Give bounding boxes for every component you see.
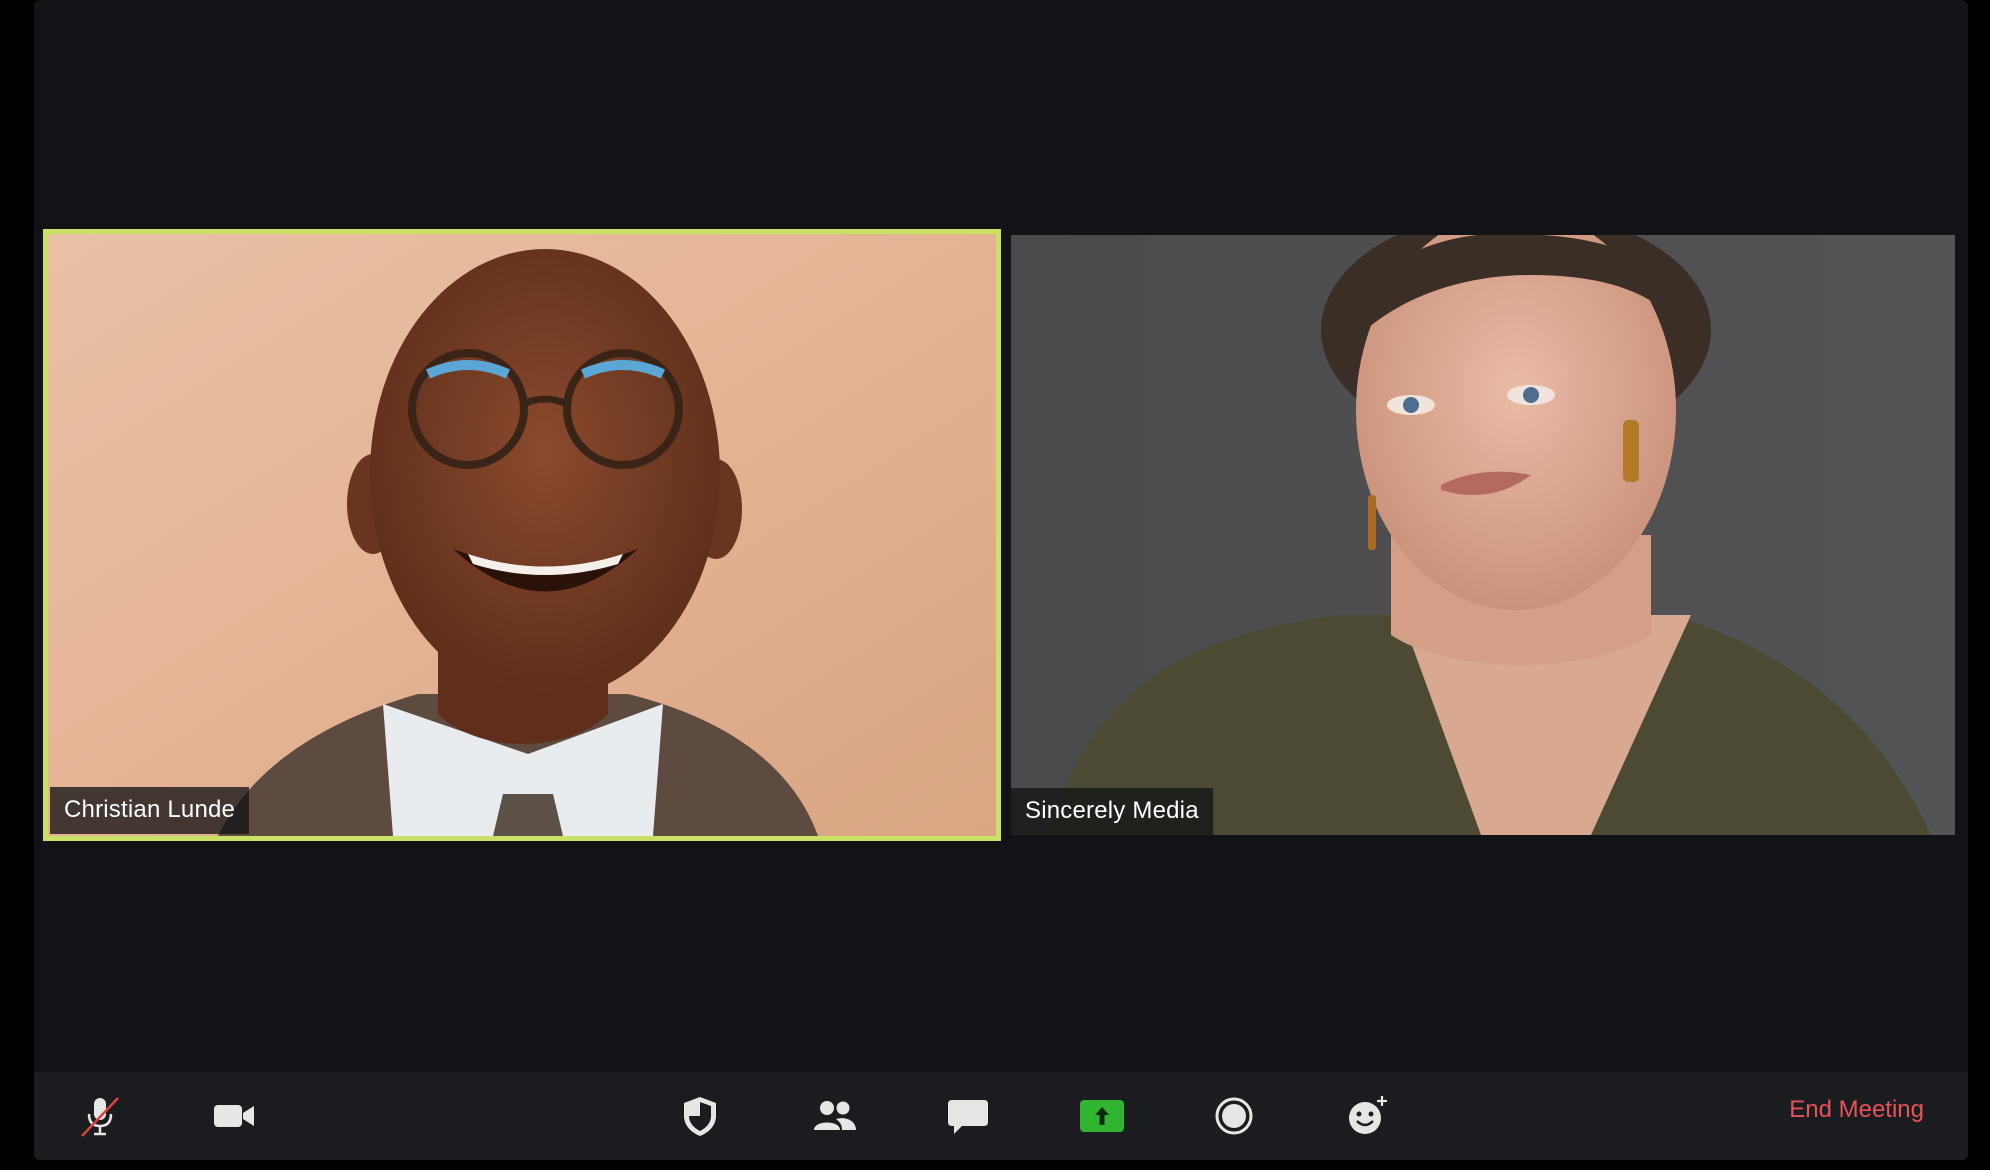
share-screen-button[interactable] xyxy=(1072,1086,1132,1146)
end-meeting-button[interactable]: End Meeting xyxy=(1789,1096,1924,1124)
meeting-toolbar: End Meeting xyxy=(34,1072,1968,1160)
record-icon xyxy=(1214,1096,1254,1136)
mic-muted-icon xyxy=(78,1094,122,1138)
participants-button[interactable] xyxy=(804,1086,864,1146)
video-camera-icon xyxy=(212,1094,256,1138)
mute-button[interactable] xyxy=(70,1086,130,1146)
meeting-window: Christian Lunde Sincerely Media End Meet… xyxy=(34,0,1968,1160)
participants-icon xyxy=(810,1094,858,1138)
participant-name-label: Sincerely Media xyxy=(1011,788,1213,835)
chat-icon xyxy=(946,1094,990,1138)
security-button[interactable] xyxy=(670,1086,730,1146)
participant-video xyxy=(48,234,996,836)
share-screen-icon xyxy=(1080,1098,1124,1134)
record-button[interactable] xyxy=(1204,1086,1264,1146)
security-shield-icon xyxy=(680,1094,720,1138)
chat-button[interactable] xyxy=(938,1086,998,1146)
stop-video-button[interactable] xyxy=(204,1086,264,1146)
reactions-button[interactable] xyxy=(1338,1086,1398,1146)
participant-video xyxy=(1011,235,1955,835)
participant-name-label: Christian Lunde xyxy=(50,787,250,834)
video-gallery: Christian Lunde Sincerely Media xyxy=(34,0,1968,1072)
participant-tile-active-speaker[interactable]: Christian Lunde xyxy=(43,229,1001,841)
reactions-icon xyxy=(1346,1094,1390,1138)
participant-tile[interactable]: Sincerely Media xyxy=(1011,235,1955,835)
